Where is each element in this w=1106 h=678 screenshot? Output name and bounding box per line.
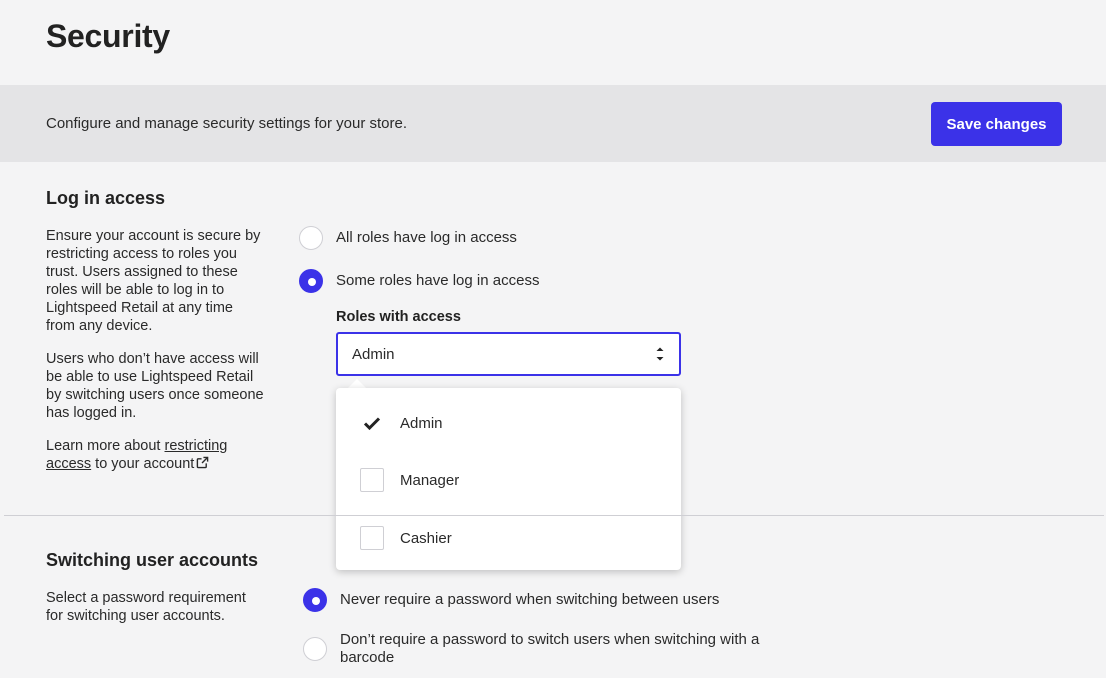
banner-description: Configure and manage security settings f…: [46, 115, 408, 132]
checkmark-icon: [363, 417, 381, 431]
section-divider: [4, 515, 1104, 516]
radio-never-require-password-control[interactable]: [303, 588, 327, 612]
radio-barcode-no-password-label: Don’t require a password to switch users…: [340, 631, 760, 666]
radio-never-require-password-label: Never require a password when switching …: [340, 591, 720, 608]
save-changes-button[interactable]: Save changes: [931, 102, 1062, 146]
role-option-admin[interactable]: Admin: [336, 398, 681, 448]
radio-all-roles-label: All roles have log in access: [336, 229, 517, 246]
role-option-manager-checkbox[interactable]: [360, 468, 384, 492]
roles-select-value: Admin: [352, 346, 395, 363]
page-title: Security: [46, 18, 170, 54]
learn-more-prefix: Learn more about: [46, 438, 165, 454]
radio-some-roles-label: Some roles have log in access: [336, 272, 540, 289]
roles-with-access-label: Roles with access: [336, 309, 461, 325]
radio-some-roles-control[interactable]: [299, 269, 323, 293]
switching-accounts-title: Switching user accounts: [46, 550, 259, 570]
role-option-cashier[interactable]: Cashier: [336, 513, 681, 563]
external-link-icon: [197, 456, 209, 469]
learn-more-suffix: to your account: [91, 456, 195, 472]
radio-barcode-no-password-control[interactable]: [303, 637, 327, 661]
radio-all-roles-control[interactable]: [299, 226, 323, 250]
page-header: Security: [0, 0, 1106, 85]
role-option-admin-label: Admin: [400, 414, 443, 432]
radio-barcode-no-password[interactable]: Don’t require a password to switch users…: [303, 631, 770, 667]
radio-some-roles[interactable]: Some roles have log in access: [299, 269, 539, 293]
roles-dropdown: Admin Manager Cashier: [336, 388, 681, 570]
login-access-title: Log in access: [46, 188, 166, 208]
login-access-paragraph-1: Ensure your account is secure by restric…: [46, 228, 261, 334]
learn-more-text: Learn more about restricting access to y…: [46, 437, 266, 473]
role-option-manager-label: Manager: [400, 471, 460, 489]
up-down-arrows-icon: [656, 347, 664, 361]
login-access-paragraph-2: Users who don’t have access will be able…: [46, 351, 264, 421]
role-option-cashier-label: Cashier: [400, 529, 452, 547]
roles-select[interactable]: Admin: [336, 332, 681, 376]
role-option-manager[interactable]: Manager: [336, 455, 681, 505]
radio-never-require-password[interactable]: Never require a password when switching …: [303, 588, 719, 612]
switching-accounts-description: Select a password requirement for switch…: [46, 590, 246, 624]
role-option-cashier-checkbox[interactable]: [360, 526, 384, 550]
radio-all-roles[interactable]: All roles have log in access: [299, 226, 517, 250]
